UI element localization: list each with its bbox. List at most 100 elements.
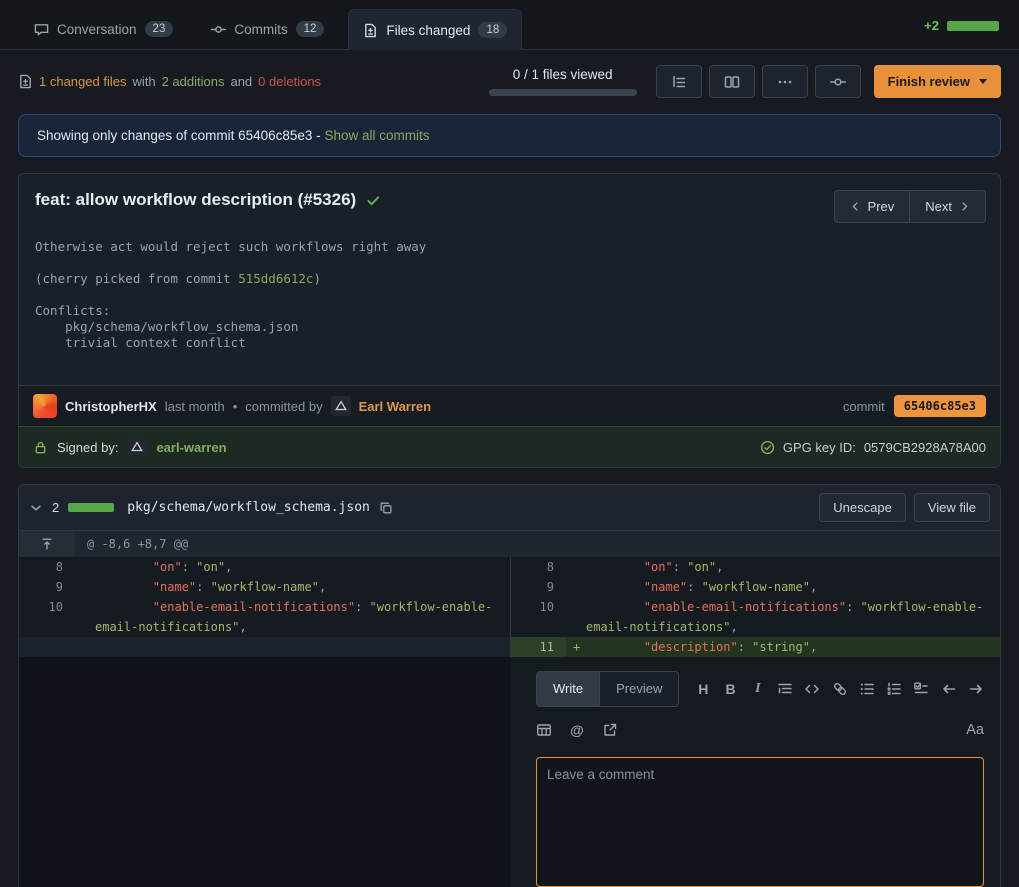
- copy-path-icon[interactable]: [379, 501, 393, 515]
- commit-message-line: trivial context conflict: [35, 335, 984, 351]
- new-line-number[interactable]: 8: [510, 557, 566, 577]
- inline-comment-form: Write Preview H B I: [510, 657, 1000, 887]
- commit-box: feat: allow workflow description (#5326)…: [18, 173, 1001, 468]
- file-tree-button[interactable]: [656, 65, 702, 98]
- signer-link[interactable]: earl-warren: [156, 440, 226, 455]
- pr-tab-bar: Conversation 23 Commits 12 Files changed…: [0, 0, 1019, 50]
- commit-title-text: feat: allow workflow description (#5326): [35, 190, 356, 210]
- diff-toolbar-right: 0 / 1 files viewed Finish review: [489, 65, 1001, 98]
- reference-icon[interactable]: [602, 722, 618, 738]
- committer-avatar[interactable]: [331, 396, 351, 416]
- files-viewed-label: 0 / 1 files viewed: [513, 67, 613, 82]
- text-mode-toggle[interactable]: Aa: [966, 720, 984, 740]
- file-changes-count: 2: [52, 500, 59, 515]
- editor-mode-tabs: Write Preview: [536, 671, 679, 707]
- prev-label: Prev: [868, 199, 895, 214]
- quote-icon[interactable]: [777, 681, 793, 697]
- commit-header: feat: allow workflow description (#5326)…: [19, 174, 1000, 227]
- summary-text: with: [132, 74, 155, 89]
- diff-stat-bar: [947, 21, 999, 31]
- table-icon[interactable]: [536, 722, 552, 738]
- undo-arrow-icon[interactable]: [941, 681, 957, 697]
- view-file-button[interactable]: View file: [914, 493, 990, 522]
- link-icon[interactable]: [832, 681, 848, 697]
- preview-tab[interactable]: Preview: [599, 672, 678, 706]
- old-line-number[interactable]: 8: [19, 557, 75, 577]
- commit-select-button[interactable]: [815, 65, 861, 98]
- bullet-list-icon[interactable]: [859, 681, 875, 697]
- signer-avatar[interactable]: [127, 437, 147, 457]
- old-code-cell: "on": "on",: [75, 557, 510, 577]
- bold-icon[interactable]: B: [723, 679, 739, 699]
- prev-next-group: Prev Next: [834, 190, 986, 223]
- editor-toolbar: Write Preview H B I: [536, 671, 984, 707]
- file-tree-icon: [671, 74, 687, 90]
- new-code-cell: "on": "on",: [566, 557, 1000, 577]
- mention-icon[interactable]: @: [569, 720, 585, 740]
- author-link[interactable]: ChristopherHX: [65, 399, 157, 414]
- new-line-number[interactable]: 9: [510, 577, 566, 597]
- tab-conversation[interactable]: Conversation 23: [20, 9, 187, 49]
- files-changed-content: 1 changed files with 2 additions and 0 d…: [0, 50, 1019, 887]
- verified-check-icon: [760, 440, 775, 455]
- conversation-icon: [34, 22, 49, 37]
- tab-files-changed[interactable]: Files changed 18: [348, 9, 522, 50]
- old-line-number[interactable]: 10: [19, 597, 75, 637]
- commit-author-row: ChristopherHX last month • committed by …: [19, 385, 1000, 426]
- unescape-button[interactable]: Unescape: [819, 493, 906, 522]
- additions-total: +2: [924, 18, 939, 33]
- new-line-number[interactable]: 11: [510, 637, 566, 657]
- split-diff-table: @ -8,6 +8,7 @@ 8 "on": "on", 8 "on": "on…: [19, 531, 1000, 887]
- commit-title: feat: allow workflow description (#5326): [35, 190, 381, 210]
- dropdown-caret-icon: [979, 79, 987, 84]
- commit-status-check-icon[interactable]: [366, 193, 381, 208]
- numbered-list-icon[interactable]: [886, 681, 902, 697]
- tab-commits[interactable]: Commits 12: [197, 9, 338, 49]
- task-list-icon[interactable]: [913, 681, 929, 697]
- editor-toolbar-secondary: @ Aa: [536, 720, 984, 740]
- committer-link[interactable]: Earl Warren: [359, 399, 432, 414]
- files-viewed-progress: [489, 89, 637, 96]
- cherry-pick-hash-link[interactable]: 515dd6612c: [238, 271, 313, 286]
- comment-textarea[interactable]: [536, 757, 984, 887]
- tab-count-badge: 23: [145, 21, 174, 37]
- next-commit-button[interactable]: Next: [909, 190, 986, 223]
- new-code-cell: "enable-email-notifications": "workflow-…: [566, 597, 1000, 637]
- commit-message: Otherwise act would reject such workflow…: [19, 227, 1000, 385]
- signed-by-label: Signed by:: [57, 440, 118, 455]
- code-icon[interactable]: [804, 681, 820, 697]
- split-view-icon: [724, 74, 740, 90]
- diff-options-button[interactable]: [762, 65, 808, 98]
- diff-view-button[interactable]: [709, 65, 755, 98]
- diff-icon: [363, 23, 378, 38]
- file-name: pkg/schema/workflow_schema.json: [127, 500, 370, 515]
- commit-sha-badge[interactable]: 65406c85e3: [894, 395, 986, 417]
- markdown-toolbar: H B I: [695, 679, 984, 699]
- commit-date: last month: [165, 399, 225, 414]
- hunk-header-row: @ -8,6 +8,7 @@: [19, 531, 1000, 557]
- finish-review-button[interactable]: Finish review: [874, 65, 1001, 98]
- old-line-placeholder: [19, 637, 75, 657]
- expand-hunk-button[interactable]: [19, 531, 75, 557]
- write-tab[interactable]: Write: [537, 672, 599, 706]
- author-avatar[interactable]: [33, 394, 57, 418]
- redo-arrow-icon[interactable]: [968, 681, 984, 697]
- new-line-number[interactable]: 10: [510, 597, 566, 637]
- italic-icon[interactable]: I: [750, 679, 766, 699]
- commit-message-line: Conflicts:: [35, 303, 984, 319]
- diff-row: 9 "name": "workflow-name", 9 "name": "wo…: [19, 577, 1000, 597]
- heading-icon[interactable]: H: [695, 679, 711, 699]
- show-all-commits-link[interactable]: Show all commits: [324, 128, 429, 143]
- commit-sha-group: commit 65406c85e3: [843, 395, 986, 417]
- lock-icon: [33, 440, 48, 455]
- finish-review-label: Finish review: [888, 74, 970, 89]
- prev-commit-button[interactable]: Prev: [834, 190, 911, 223]
- tab-count-badge: 18: [478, 22, 507, 38]
- deletions-count: 0 deletions: [258, 74, 321, 89]
- old-line-number[interactable]: 9: [19, 577, 75, 597]
- collapse-file-icon[interactable]: [29, 501, 43, 515]
- commit-message-line: (cherry picked from commit 515dd6612c): [35, 271, 984, 287]
- diff-file-header: 2 pkg/schema/workflow_schema.json Unesca…: [19, 485, 1000, 531]
- file-stat-bar: [68, 503, 114, 512]
- tab-label: Conversation: [57, 22, 137, 37]
